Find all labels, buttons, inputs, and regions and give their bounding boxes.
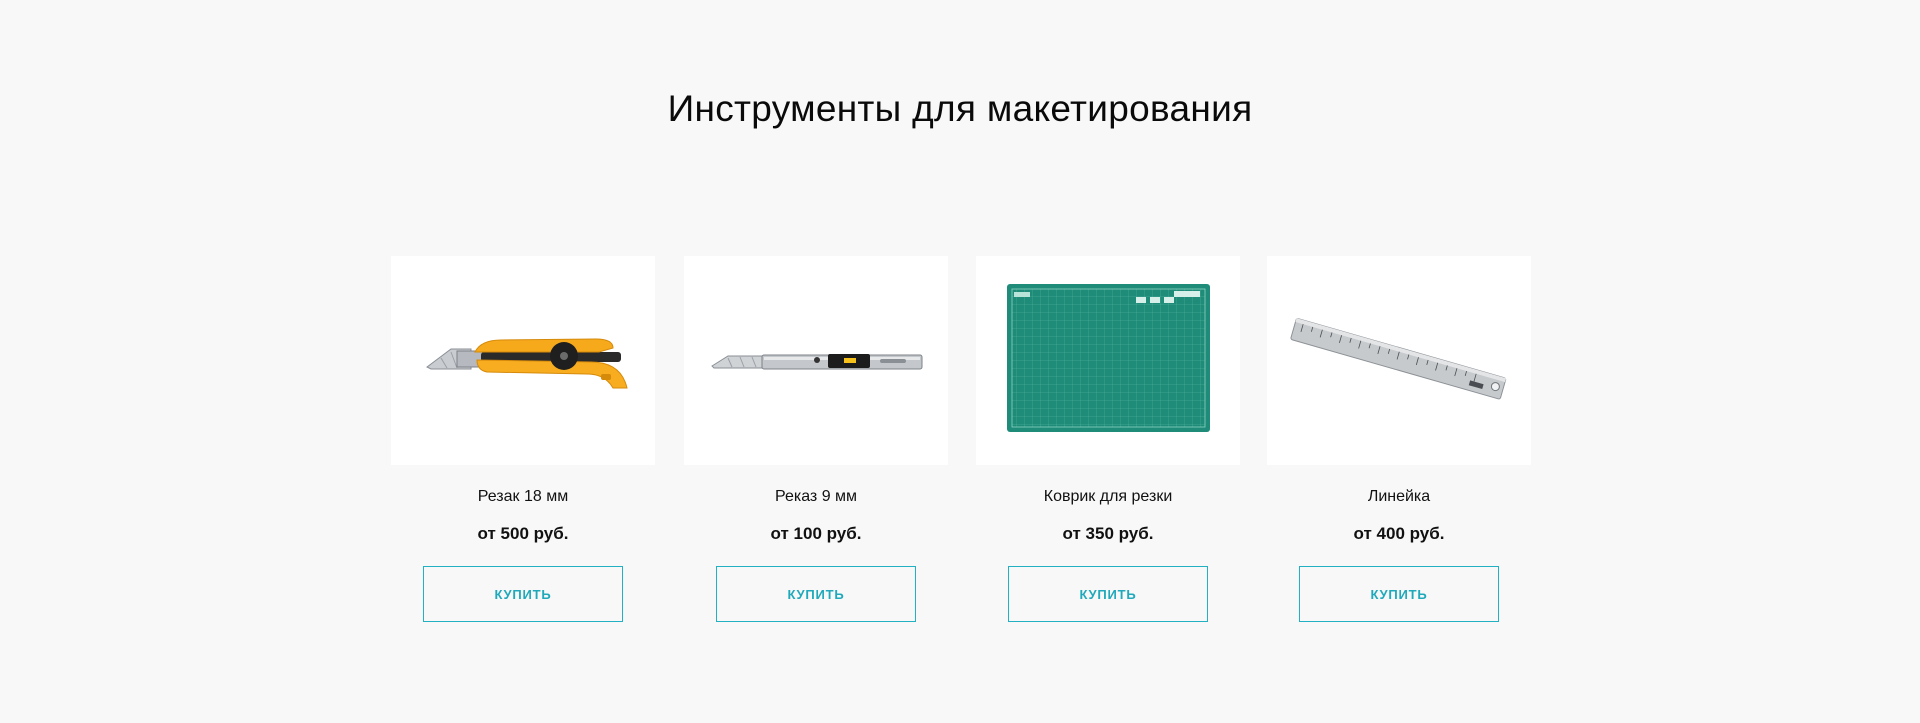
product-card: Резак 18 мм от 500 руб. КУПИТЬ	[391, 256, 655, 622]
section-title: Инструменты для макетирования	[667, 88, 1253, 129]
buy-button[interactable]: КУПИТЬ	[423, 566, 623, 622]
product-card: Коврик для резки от 350 руб. КУПИТЬ	[976, 256, 1240, 622]
steel-ruler-icon	[1290, 318, 1507, 400]
product-card: Линейка от 400 руб. КУПИТЬ	[1267, 256, 1531, 622]
product-price: от 350 руб.	[1062, 524, 1154, 543]
product-name: Резак 18 мм	[477, 488, 569, 505]
product-price: от 500 руб.	[477, 524, 569, 543]
product-name: Коврик для резки	[1043, 488, 1173, 505]
cutting-mat-icon	[1007, 284, 1210, 432]
product-name: Реказ 9 мм	[774, 488, 858, 505]
buy-button[interactable]: КУПИТЬ	[716, 566, 916, 622]
buy-button[interactable]: КУПИТЬ	[1008, 566, 1208, 622]
product-name: Линейка	[1367, 488, 1431, 505]
product-price: от 400 руб.	[1353, 524, 1445, 543]
product-image[interactable]	[976, 256, 1240, 465]
snap-off-knife-icon	[711, 354, 923, 370]
utility-knife-icon	[426, 338, 628, 389]
product-price: от 100 руб.	[770, 524, 862, 543]
product-image[interactable]	[1267, 256, 1531, 465]
buy-button[interactable]: КУПИТЬ	[1299, 566, 1499, 622]
product-image[interactable]	[391, 256, 655, 465]
product-card: Реказ 9 мм от 100 руб. КУПИТЬ	[684, 256, 948, 622]
product-image[interactable]	[684, 256, 948, 465]
